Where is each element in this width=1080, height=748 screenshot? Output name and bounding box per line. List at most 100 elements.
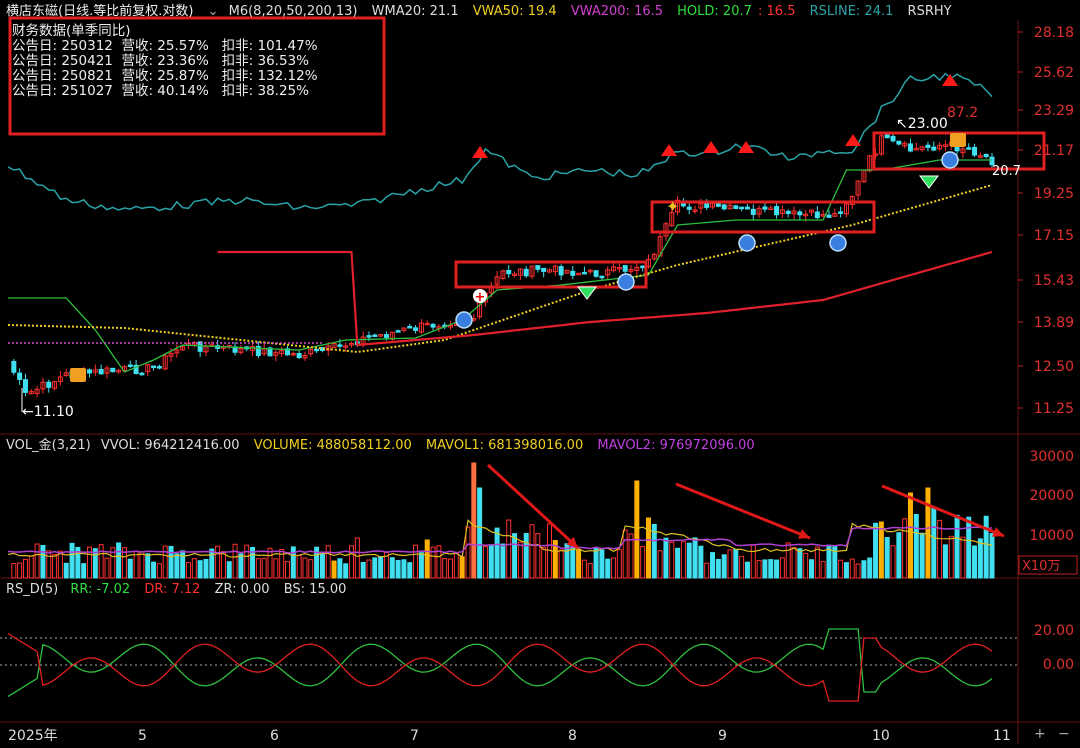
candle <box>87 369 93 374</box>
volume-bar <box>465 526 471 579</box>
volume-indicator-name[interactable]: VOL_金(3,21) <box>6 438 91 453</box>
volume-bar <box>628 533 634 579</box>
rs-header: RS_D(5) RR: -7.02 DR: 7.12 ZR: 0.00 BS: … <box>6 580 356 600</box>
volume-bar <box>488 544 494 579</box>
candle <box>523 268 529 277</box>
sell-triangle-icon <box>703 141 719 153</box>
candle <box>739 206 745 210</box>
vvol-label: VVOL: 964212416.00 <box>100 438 240 453</box>
volume-bar <box>139 551 145 579</box>
volume-bar <box>622 529 628 579</box>
volume-bar <box>541 547 547 579</box>
candle <box>593 270 599 277</box>
volume-bar <box>209 548 215 579</box>
candle <box>907 143 913 152</box>
volume-bar <box>17 562 23 579</box>
volume-bar <box>366 559 372 579</box>
price-tick-label: 23.29 <box>1034 103 1074 119</box>
volume-bar <box>448 558 454 579</box>
price-tick-label: 21.17 <box>1034 143 1074 159</box>
volume-bar <box>704 562 710 579</box>
mavol2-series <box>7 526 993 554</box>
finance-title: 财务数据(单季同比) <box>12 23 131 39</box>
volume-bar <box>151 561 157 579</box>
volume-bar <box>337 558 343 579</box>
vwa50-label: VWA50: 19.4 <box>472 4 557 19</box>
month-label: 6 <box>270 728 279 744</box>
volume-bar <box>803 552 809 579</box>
volume-bar <box>418 552 424 579</box>
finance-panel: 财务数据(单季同比) 公告日: 250312 营收: 25.57% 扣非: 10… <box>12 24 318 99</box>
volume-bar <box>686 542 692 579</box>
volume-bar <box>215 545 221 579</box>
candle <box>744 206 750 210</box>
chevron-down-icon[interactable]: ⌄ <box>208 4 219 19</box>
volume-bar <box>715 558 721 579</box>
volume-bar <box>319 551 325 579</box>
candle <box>506 269 512 275</box>
blue-ball-icon <box>829 234 847 252</box>
volume-bar <box>360 562 366 579</box>
candle <box>826 214 832 218</box>
trend-arrow <box>675 482 811 540</box>
zoom-in-icon: + <box>1034 726 1046 742</box>
volume-bar <box>663 537 669 579</box>
price-tick-label: 28.18 <box>1034 25 1074 41</box>
volume-bar <box>244 544 250 579</box>
volume-bar <box>238 553 244 579</box>
memo-icon <box>950 133 966 147</box>
candle <box>139 372 145 376</box>
candle <box>721 204 727 210</box>
volume-bar <box>162 545 168 579</box>
volume-bar <box>500 543 506 579</box>
candle <box>750 208 756 215</box>
volume-bar <box>896 532 902 579</box>
m6-label: M6(8,20,50,200,13) <box>228 4 358 19</box>
volume-bar <box>744 561 750 579</box>
candle <box>541 267 547 272</box>
candle <box>983 153 989 158</box>
volume-bar <box>22 558 28 579</box>
candle <box>774 206 780 216</box>
volume-bar <box>11 563 17 579</box>
finance-row: 公告日: 250421 营收: 23.36% 扣非: 36.53% <box>12 53 309 69</box>
volume-bar <box>290 546 296 579</box>
candle <box>762 206 768 210</box>
candle <box>785 210 791 215</box>
candle <box>838 211 844 214</box>
volume-bar <box>611 557 617 579</box>
volume-bar <box>942 544 948 579</box>
candle <box>151 365 157 369</box>
candle <box>966 147 972 150</box>
volume-bar <box>104 557 110 579</box>
hold-value2: : 16.5 <box>758 4 796 19</box>
candle <box>686 206 692 210</box>
volume-bar <box>523 532 529 579</box>
volume-tick-label: 20000 <box>1029 488 1074 504</box>
candle <box>22 379 28 393</box>
stock-title[interactable]: 横店东磁(日线.等比前复权.对数) <box>6 4 193 19</box>
rs-tick-label: 20.00 <box>1034 623 1074 639</box>
volume-bar <box>302 557 308 579</box>
volume-bar <box>506 519 512 579</box>
volume-bar <box>226 561 232 579</box>
volume-bar <box>855 563 861 579</box>
volume-bar <box>558 549 564 579</box>
month-label: 9 <box>718 728 727 744</box>
volume-bar <box>401 559 407 579</box>
volume-bar <box>349 545 355 579</box>
stock-chart: 28.18 25.62 23.29 21.17 19.25 17.15 15.43 13.89… <box>0 0 1080 744</box>
volume-bar <box>535 533 541 579</box>
volume-bar <box>494 527 500 579</box>
volume-bar <box>477 487 483 579</box>
dr-label: DR: 7.12 <box>144 582 201 597</box>
volume-bar <box>657 550 663 579</box>
finance-row: 公告日: 250312 营收: 25.57% 扣非: 101.47% <box>12 38 318 54</box>
rs-indicator-name[interactable]: RS_D(5) <box>6 582 58 597</box>
volume-bar <box>174 553 180 579</box>
volume-bar <box>640 545 646 579</box>
volume-bar <box>127 558 133 579</box>
volume-bar <box>273 558 279 579</box>
volume-bar <box>52 554 58 579</box>
month-label: 8 <box>568 728 577 744</box>
